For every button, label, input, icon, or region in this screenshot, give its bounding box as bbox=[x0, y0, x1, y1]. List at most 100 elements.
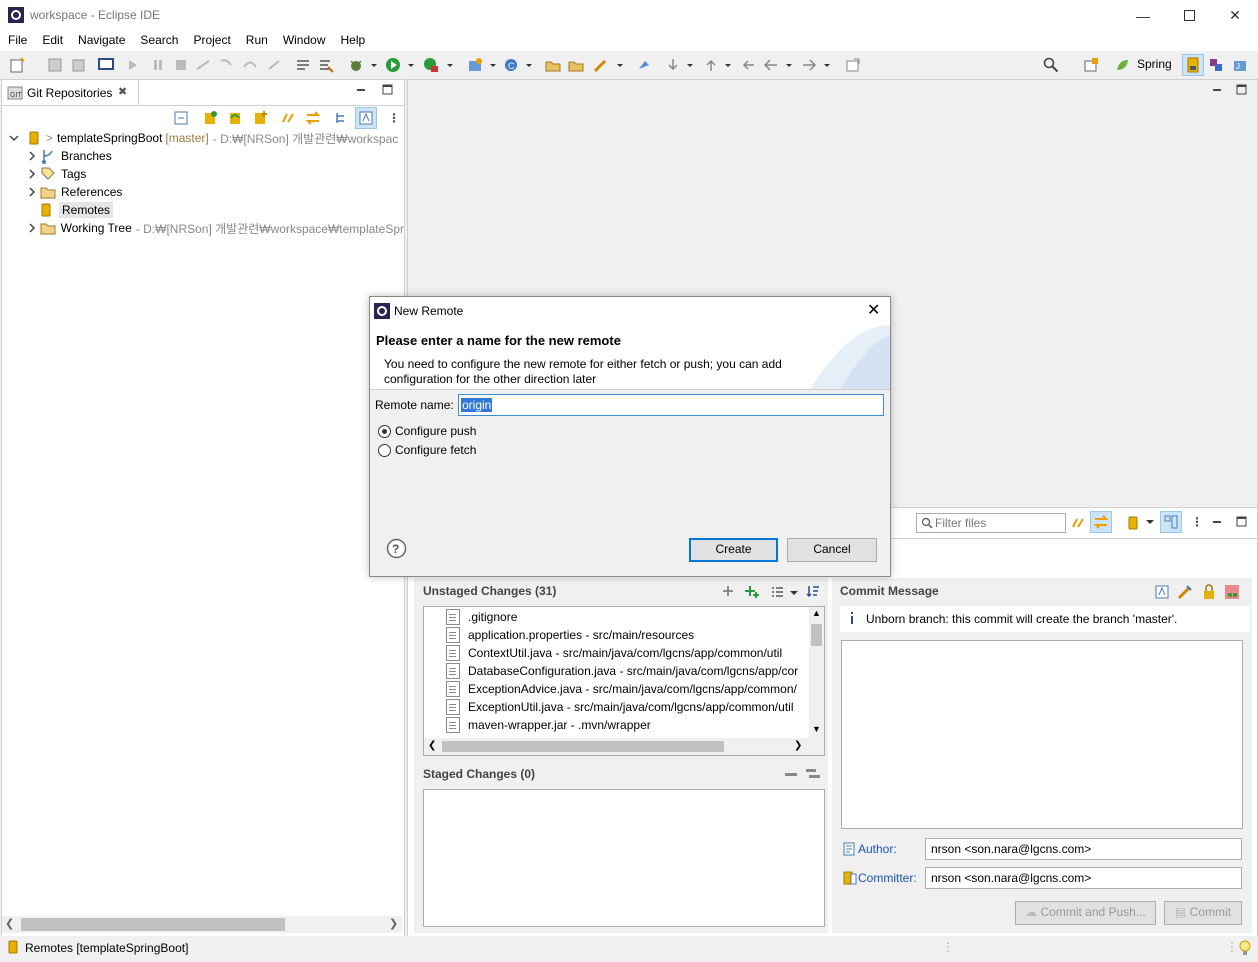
back-dropdown-icon[interactable] bbox=[785, 57, 793, 73]
disconnect-icon[interactable] bbox=[195, 57, 211, 73]
resume-icon[interactable] bbox=[125, 57, 141, 73]
clone-repository-icon[interactable] bbox=[227, 110, 243, 126]
scroll-down-icon[interactable]: ▼ bbox=[812, 724, 821, 734]
step-over-icon[interactable] bbox=[242, 57, 258, 73]
open-task-icon[interactable] bbox=[568, 57, 584, 73]
search-dropdown-icon[interactable] bbox=[616, 57, 624, 73]
filter-files-input[interactable]: Filter files bbox=[916, 513, 1066, 533]
tree-row-remotes[interactable]: Remotes bbox=[38, 201, 114, 219]
menu-help[interactable]: Help bbox=[333, 31, 373, 47]
last-edit-icon[interactable] bbox=[740, 57, 756, 73]
collapse-all-icon[interactable] bbox=[173, 110, 189, 126]
scroll-left-icon[interactable]: ❮ bbox=[428, 740, 436, 751]
tree-row-repository[interactable]: > templateSpringBoot [master] - D:₩[NRSo… bbox=[8, 129, 404, 147]
remote-name-input[interactable]: origin bbox=[458, 394, 884, 416]
list-item[interactable]: .gitignore bbox=[446, 608, 517, 626]
presentation-icon[interactable] bbox=[770, 585, 784, 599]
external-tools-dropdown-icon[interactable] bbox=[446, 57, 454, 73]
pin-editor-icon[interactable] bbox=[636, 57, 652, 73]
vertical-scrollbar[interactable]: ▲ ▼ bbox=[809, 607, 824, 738]
presentation-dropdown-icon[interactable] bbox=[790, 589, 798, 597]
tree-row-references[interactable]: References bbox=[26, 183, 122, 201]
spring-perspective-icon[interactable] bbox=[1114, 57, 1130, 73]
repository-select-icon[interactable] bbox=[1125, 515, 1141, 531]
new-class-icon[interactable]: C bbox=[503, 57, 519, 73]
forward-icon[interactable] bbox=[801, 57, 817, 73]
search-icon[interactable] bbox=[1043, 57, 1059, 73]
list-item[interactable]: ExceptionUtil.java - src/main/java/com/l… bbox=[446, 698, 793, 716]
minimize-view-icon[interactable] bbox=[356, 84, 366, 94]
menu-navigate[interactable]: Navigate bbox=[70, 31, 132, 47]
chevron-right-icon[interactable] bbox=[26, 168, 38, 180]
menu-window[interactable]: Window bbox=[275, 31, 333, 47]
new-project-dropdown-icon[interactable] bbox=[489, 57, 497, 73]
open-type-icon[interactable] bbox=[545, 57, 561, 73]
horizontal-scrollbar[interactable]: ❮ ❯ bbox=[424, 738, 824, 755]
chevron-down-icon[interactable] bbox=[8, 132, 20, 144]
maximize-staging-icon[interactable] bbox=[1236, 516, 1248, 528]
tip-lightbulb-icon[interactable] bbox=[1238, 939, 1252, 957]
git-perspective-button[interactable] bbox=[1182, 54, 1204, 76]
next-annotation-dropdown-icon[interactable] bbox=[686, 57, 694, 73]
create-repository-icon[interactable] bbox=[252, 110, 268, 126]
sort-icon[interactable] bbox=[806, 584, 820, 598]
layout-toggle-button[interactable] bbox=[1160, 511, 1182, 533]
link-editor-button[interactable] bbox=[1090, 511, 1112, 533]
java-ee-perspective-icon[interactable] bbox=[1208, 57, 1224, 73]
search-wand-icon[interactable] bbox=[593, 57, 609, 73]
menu-edit[interactable]: Edit bbox=[34, 31, 70, 47]
maximize-button[interactable] bbox=[1166, 0, 1212, 31]
sign-off-icon[interactable] bbox=[1201, 584, 1217, 600]
close-window-button[interactable]: ✕ bbox=[1212, 0, 1258, 31]
configure-fetch-radio[interactable]: Configure fetch bbox=[378, 443, 476, 457]
back-icon[interactable] bbox=[763, 57, 779, 73]
run-dropdown-icon[interactable] bbox=[407, 57, 415, 73]
scroll-right-icon[interactable]: ❯ bbox=[794, 740, 802, 751]
commit-message-textarea[interactable] bbox=[841, 640, 1243, 829]
commit-button[interactable]: ▤ Commit bbox=[1164, 901, 1242, 925]
list-item[interactable]: ExceptionAdvice.java - src/main/java/com… bbox=[446, 680, 797, 698]
chevron-right-icon[interactable] bbox=[26, 150, 38, 162]
new-java-project-icon[interactable] bbox=[467, 57, 483, 73]
open-perspective-icon[interactable] bbox=[1083, 57, 1099, 73]
hierarchical-layout-icon[interactable] bbox=[334, 110, 350, 126]
link-with-editor-icon[interactable] bbox=[305, 110, 321, 126]
list-item[interactable]: maven-wrapper.jar - .mvn/wrapper bbox=[446, 716, 651, 734]
author-input[interactable]: nrson <son.nara@lgcns.com> bbox=[925, 838, 1242, 860]
close-tab-icon[interactable]: ✖ bbox=[118, 85, 127, 98]
link-selection-icon[interactable] bbox=[1070, 515, 1086, 531]
stage-selected-icon[interactable] bbox=[721, 584, 735, 598]
next-annotation-icon[interactable] bbox=[665, 57, 681, 73]
debug-icon[interactable] bbox=[348, 57, 364, 73]
maximize-editor-icon[interactable] bbox=[1236, 84, 1248, 96]
committer-input[interactable]: nrson <son.nara@lgcns.com> bbox=[925, 867, 1242, 889]
chevron-right-icon[interactable] bbox=[26, 186, 38, 198]
step-into-icon[interactable] bbox=[218, 57, 234, 73]
toggle-mark-icon[interactable] bbox=[295, 57, 311, 73]
list-item[interactable]: ContextUtil.java - src/main/java/com/lgc… bbox=[446, 644, 782, 662]
toggle-breadcrumb-icon[interactable] bbox=[318, 57, 334, 73]
create-button[interactable]: Create bbox=[689, 538, 778, 562]
view-menu-icon[interactable]: ⋮ bbox=[388, 111, 400, 125]
open-editor-icon[interactable] bbox=[845, 57, 861, 73]
previous-annotation-icon[interactable] bbox=[703, 57, 719, 73]
dialog-close-icon[interactable]: ✕ bbox=[867, 300, 880, 320]
console-icon[interactable] bbox=[98, 57, 114, 73]
view-menu-icon[interactable]: ⋮ bbox=[1191, 515, 1203, 529]
save-icon[interactable] bbox=[47, 57, 63, 73]
new-class-dropdown-icon[interactable] bbox=[525, 57, 533, 73]
scroll-thumb[interactable] bbox=[21, 918, 285, 931]
list-item[interactable]: application.properties - src/main/resour… bbox=[446, 626, 694, 644]
tab-git-repositories[interactable]: GIT Git Repositories ✖ bbox=[2, 80, 139, 105]
link-with-selection-icon[interactable] bbox=[280, 110, 296, 126]
show-filter-button[interactable] bbox=[355, 107, 377, 129]
step-return-icon[interactable] bbox=[266, 57, 282, 73]
forward-dropdown-icon[interactable] bbox=[823, 57, 831, 73]
horizontal-scrollbar[interactable]: ❮ ❯ bbox=[2, 916, 402, 933]
menu-file[interactable]: File bbox=[0, 31, 34, 47]
menu-project[interactable]: Project bbox=[185, 31, 237, 47]
cancel-button[interactable]: Cancel bbox=[787, 538, 877, 562]
run-icon[interactable] bbox=[385, 57, 401, 73]
radio-selected-icon[interactable] bbox=[378, 424, 391, 438]
scroll-up-icon[interactable]: ▲ bbox=[812, 608, 821, 618]
